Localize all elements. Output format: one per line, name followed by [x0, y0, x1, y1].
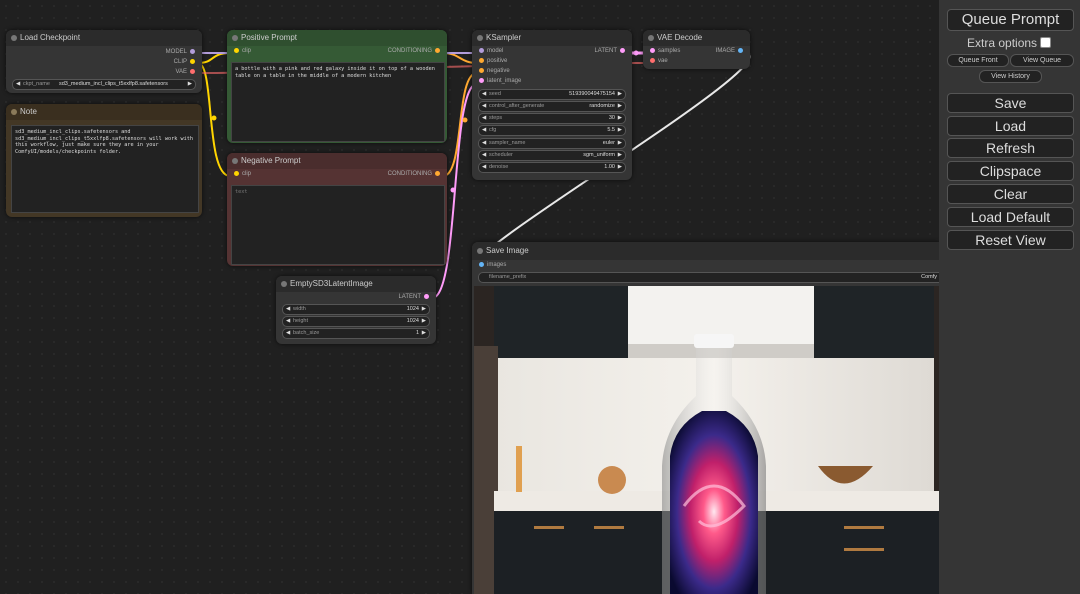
load-checkpoint-node[interactable]: Load Checkpoint MODEL CLIP VAE ◀ ckpt_nam… — [6, 30, 202, 93]
note-text[interactable]: sd3_medium_incl_clips.safetensors and sd… — [11, 125, 199, 213]
input-images[interactable]: images — [476, 262, 506, 268]
clear-button[interactable]: Clear — [947, 184, 1074, 204]
input-clip[interactable]: clip — [231, 171, 251, 177]
output-latent[interactable]: LATENT — [398, 294, 432, 300]
output-model[interactable]: MODEL — [166, 49, 198, 55]
load-default-button[interactable]: Load Default — [947, 207, 1074, 227]
generated-image-preview — [474, 286, 940, 594]
negative-prompt-node[interactable]: Negative Prompt clip CONDITIONING text — [227, 153, 447, 266]
output-latent[interactable]: LATENT — [594, 48, 628, 54]
ckpt-name-widget[interactable]: ◀ ckpt_name sd3_medium_incl_clips_t5xxlfp8… — [12, 79, 196, 90]
input-model[interactable]: model — [476, 48, 503, 54]
queue-front-button[interactable]: Queue Front — [947, 54, 1009, 67]
node-title: EmptySD3LatentImage — [290, 279, 373, 288]
vae-decode-node[interactable]: VAE Decode samples vae IMAGE — [643, 30, 750, 69]
clipspace-button[interactable]: Clipspace — [947, 161, 1074, 181]
seed-widget[interactable]: ◀ seed 519390049475154 ▶ — [478, 89, 626, 100]
output-conditioning[interactable]: CONDITIONING — [388, 171, 443, 177]
scheduler-widget[interactable]: ◀ scheduler sgm_uniform ▶ — [478, 150, 626, 161]
cfg-widget[interactable]: ◀ cfg 5.5 ▶ — [478, 125, 626, 136]
input-vae[interactable]: vae — [647, 58, 668, 64]
input-negative[interactable]: negative — [476, 68, 510, 74]
positive-prompt-node[interactable]: Positive Prompt clip CONDITIONING a bott… — [227, 30, 447, 143]
output-clip[interactable]: CLIP — [174, 59, 198, 65]
steps-widget[interactable]: ◀ steps 30 ▶ — [478, 113, 626, 124]
extra-options-label: Extra options — [967, 36, 1038, 50]
view-history-button[interactable]: View History — [979, 70, 1042, 83]
load-button[interactable]: Load — [947, 116, 1074, 136]
view-queue-button[interactable]: View Queue — [1010, 54, 1074, 67]
node-title: Positive Prompt — [241, 33, 298, 42]
input-clip[interactable]: clip — [231, 48, 251, 54]
save-image-node[interactable]: Save Image images filename_prefix Comfy — [472, 242, 940, 594]
link-clip-positive — [197, 52, 231, 64]
node-title: Note — [20, 107, 37, 116]
extra-options-checkbox[interactable] — [1040, 37, 1051, 48]
filename-prefix-widget[interactable]: filename_prefix Comfy — [478, 272, 940, 283]
node-title: Negative Prompt — [241, 156, 301, 165]
height-widget[interactable]: ◀ height 1024 ▶ — [282, 316, 430, 327]
note-node[interactable]: Note sd3_medium_incl_clips.safetensors a… — [6, 104, 202, 217]
control-after-generate-widget[interactable]: ◀ control_after_generate randomize ▶ — [478, 101, 626, 112]
ksampler-node[interactable]: KSampler model positive negative latent_… — [472, 30, 632, 180]
sampler-name-widget[interactable]: ◀ sampler_name euler ▶ — [478, 138, 626, 149]
batch-size-widget[interactable]: ◀ batch_size 1 ▶ — [282, 328, 430, 339]
empty-sd3-latent-node[interactable]: EmptySD3LatentImage LATENT ◀ width 1024 ▶ ◀… — [276, 276, 436, 344]
kitchen-bottle-image — [474, 286, 940, 594]
output-conditioning[interactable]: CONDITIONING — [388, 48, 443, 54]
negative-prompt-text[interactable]: text — [231, 185, 445, 265]
input-positive[interactable]: positive — [476, 58, 507, 64]
side-menu: Queue Prompt Extra options Queue Front V… — [939, 0, 1080, 594]
positive-prompt-text[interactable]: a bottle with a pink and red galaxy insi… — [231, 62, 445, 142]
width-widget[interactable]: ◀ width 1024 ▶ — [282, 304, 430, 315]
node-title: KSampler — [486, 33, 522, 42]
output-image[interactable]: IMAGE — [716, 48, 746, 54]
node-title: Save Image — [486, 246, 529, 255]
save-button[interactable]: Save — [947, 93, 1074, 113]
node-title: VAE Decode — [657, 33, 703, 42]
input-samples[interactable]: samples — [647, 48, 680, 54]
output-vae[interactable]: VAE — [175, 69, 198, 75]
queue-prompt-button[interactable]: Queue Prompt — [947, 9, 1074, 31]
refresh-button[interactable]: Refresh — [947, 138, 1074, 158]
reset-view-button[interactable]: Reset View — [947, 230, 1074, 250]
denoise-widget[interactable]: ◀ denoise 1.00 ▶ — [478, 162, 626, 173]
node-title: Load Checkpoint — [20, 33, 81, 42]
input-latent-image[interactable]: latent_image — [476, 78, 521, 84]
